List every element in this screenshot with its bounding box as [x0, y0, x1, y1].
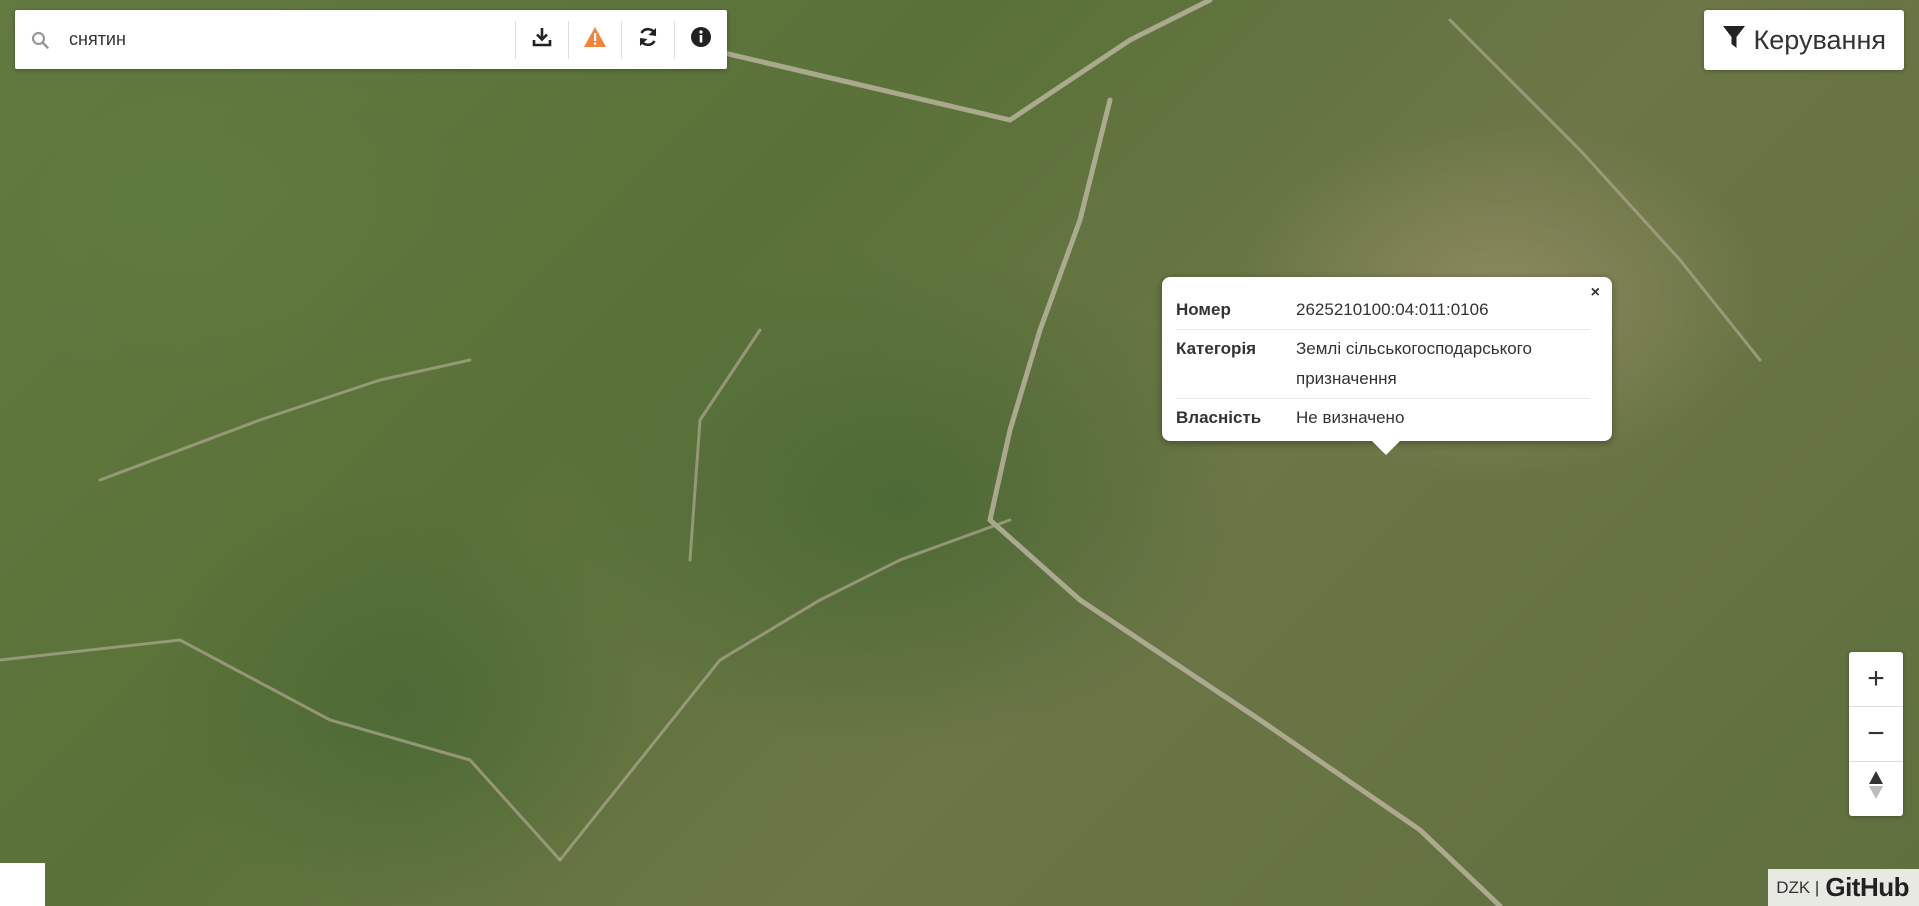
info-icon — [690, 26, 712, 53]
download-button[interactable] — [515, 20, 568, 59]
info-value: Землі сільськогосподарського призначення — [1296, 329, 1590, 399]
zoom-controls: + − — [1849, 652, 1903, 816]
map-attribution: DZK | GitHub — [1768, 869, 1919, 906]
info-row-category: Категорія Землі сільськогосподарського п… — [1176, 329, 1590, 399]
warning-icon — [583, 26, 607, 53]
refresh-button[interactable] — [621, 20, 674, 59]
corner-panel — [0, 863, 45, 906]
info-row-number: Номер 2625210100:04:011:0106 — [1176, 291, 1590, 330]
search-input[interactable] — [65, 29, 515, 50]
zoom-in-button[interactable]: + — [1849, 652, 1903, 707]
attribution-text: DZK | — [1776, 877, 1820, 897]
info-button[interactable] — [674, 20, 727, 59]
info-value: Не визначено — [1296, 398, 1590, 437]
filter-icon — [1722, 24, 1746, 57]
github-link[interactable]: GitHub — [1825, 872, 1909, 903]
reset-north-button[interactable] — [1849, 762, 1903, 816]
info-key: Номер — [1176, 300, 1231, 319]
warning-button[interactable] — [568, 20, 621, 59]
popup-tip — [1372, 441, 1400, 455]
control-button[interactable]: Керування — [1703, 10, 1904, 70]
download-icon — [531, 26, 553, 53]
popup-close-button[interactable]: × — [1591, 285, 1600, 301]
search-icon — [15, 31, 65, 49]
info-value: 2625210100:04:011:0106 — [1296, 300, 1489, 319]
info-key: Категорія — [1176, 329, 1296, 399]
zoom-out-button[interactable]: − — [1849, 707, 1903, 762]
compass-icon — [1867, 770, 1885, 808]
info-key: Власність — [1176, 398, 1296, 437]
info-row-ownership: Власність Не визначено — [1176, 398, 1590, 437]
parcel-info-table: Номер 2625210100:04:011:0106 Категорія З… — [1176, 291, 1590, 437]
search-bar — [15, 10, 727, 69]
parcel-layer[interactable] — [0, 0, 1919, 906]
parcel-popup: × Номер 2625210100:04:011:0106 Категорія… — [1162, 277, 1612, 455]
control-button-label: Керування — [1753, 24, 1886, 55]
satellite-map[interactable] — [0, 0, 1919, 906]
refresh-icon — [637, 26, 659, 53]
